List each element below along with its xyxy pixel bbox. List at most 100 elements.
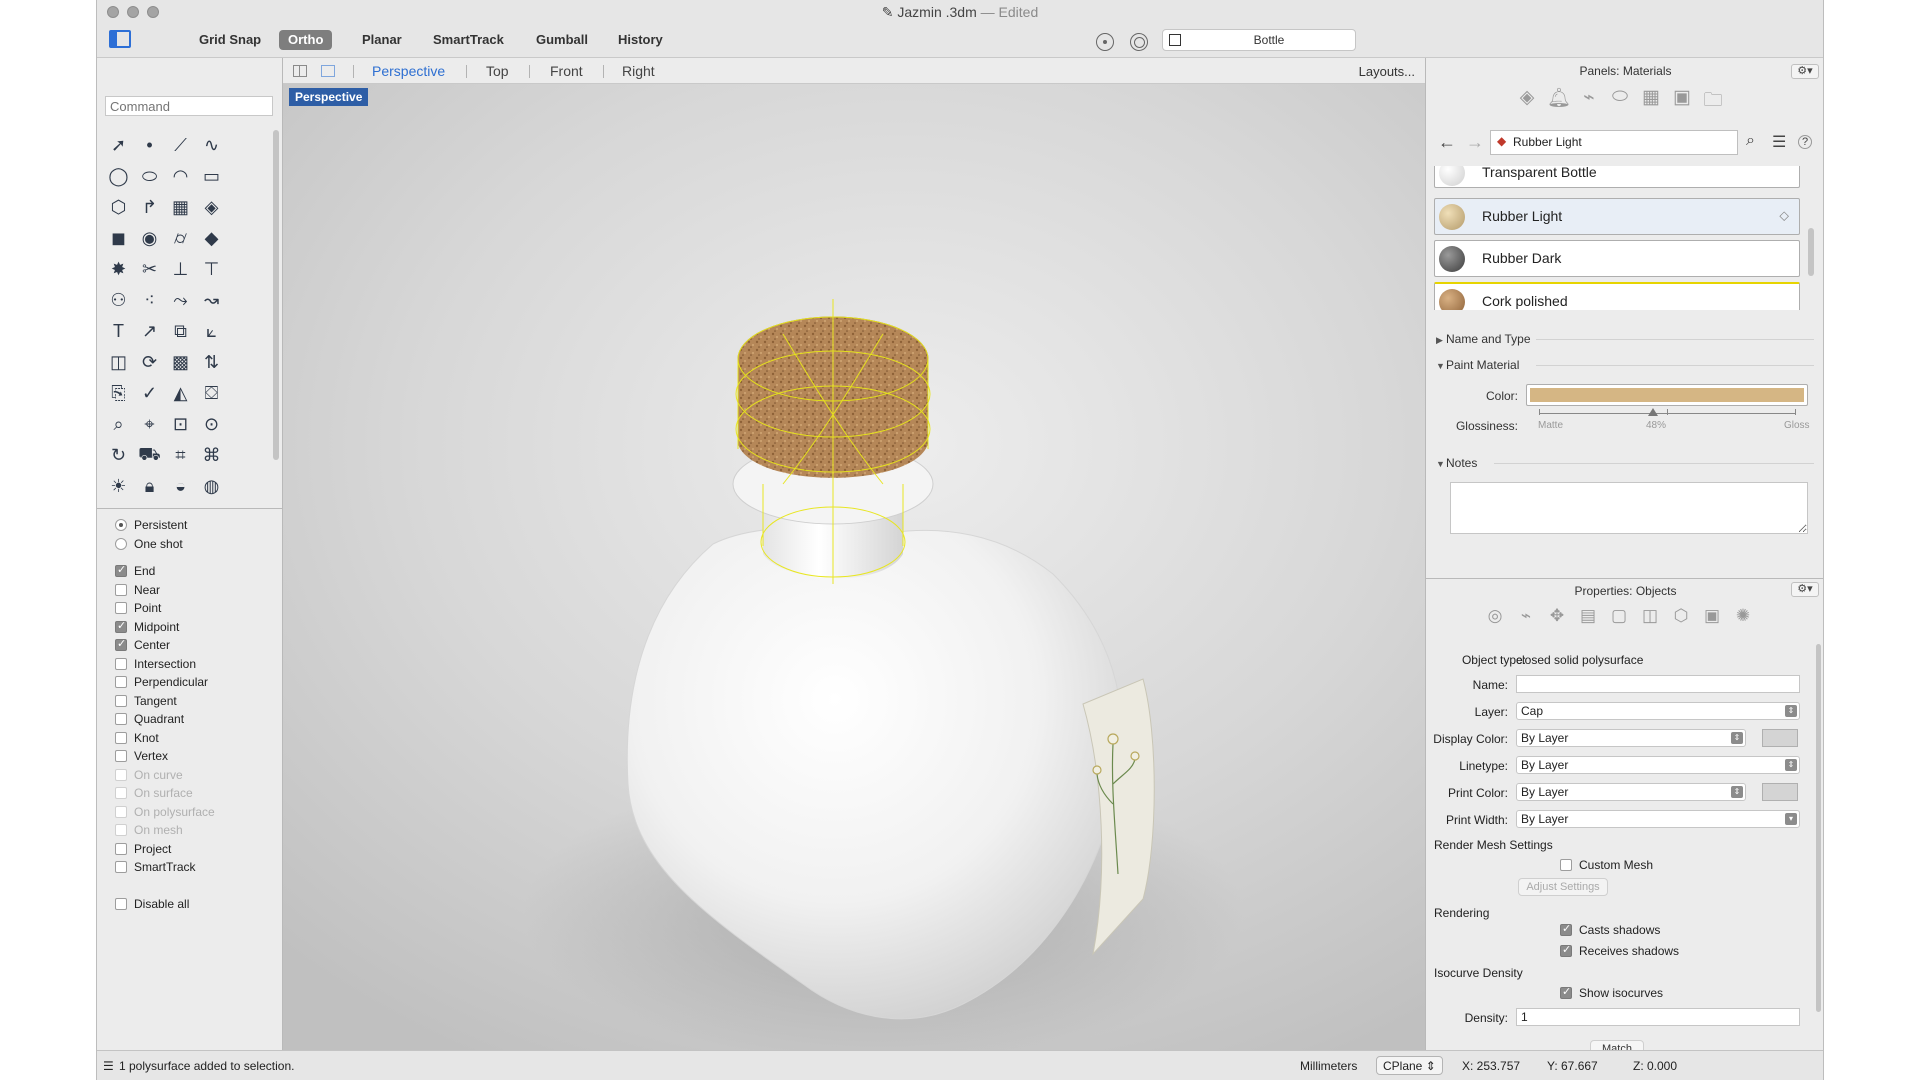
notifications-panel-icon[interactable]: 🔔︎ xyxy=(1547,86,1571,118)
osnap-perpendicular[interactable]: Perpendicular xyxy=(115,673,208,691)
surface-grid-icon[interactable]: ▦ xyxy=(165,192,196,223)
edge-softening-icon[interactable]: ▣ xyxy=(1701,606,1723,626)
explode-icon[interactable]: ✸ xyxy=(103,254,134,285)
arc-icon[interactable]: ◠ xyxy=(165,161,196,192)
receives-shadows-option[interactable]: Receives shadows xyxy=(1560,943,1679,958)
osnap-near[interactable]: Near xyxy=(115,581,160,599)
osnap-quadrant[interactable]: Quadrant xyxy=(115,710,184,728)
custom-mesh-checkbox[interactable] xyxy=(1560,859,1572,871)
four-viewports-icon[interactable] xyxy=(293,65,307,77)
paint-icon[interactable]: ⛋ xyxy=(196,378,227,409)
center-checkbox[interactable] xyxy=(115,637,127,651)
join-icon[interactable]: ⊤ xyxy=(196,254,227,285)
casts-shadows-checkbox[interactable] xyxy=(1560,922,1572,936)
display-color-swatch[interactable] xyxy=(1762,729,1798,747)
record-history-icon[interactable] xyxy=(1096,33,1114,51)
circle-icon[interactable]: ◯ xyxy=(103,161,134,192)
bend-icon[interactable]: ⤳ xyxy=(165,285,196,316)
status-menu-icon[interactable]: ☰ xyxy=(103,1059,114,1073)
search-icon[interactable]: ⌕ xyxy=(1746,132,1755,150)
color-picker[interactable] xyxy=(1526,384,1808,406)
transform-icon[interactable]: ⧉ xyxy=(165,316,196,347)
tab-right[interactable]: Right xyxy=(622,63,655,79)
points-on-icon[interactable]: ⁖ xyxy=(134,285,165,316)
extrude-icon[interactable]: ◆ xyxy=(196,223,227,254)
smarttrack-button[interactable]: SmartTrack xyxy=(424,30,513,50)
osnap-smarttrack[interactable]: SmartTrack xyxy=(115,858,196,876)
gumball-button[interactable]: Gumball xyxy=(527,30,597,50)
orient-icon[interactable]: ⟀ xyxy=(196,316,227,347)
polygon-icon[interactable]: ⬡ xyxy=(103,192,134,223)
object-name-input[interactable] xyxy=(1516,675,1800,693)
rotate-view-icon[interactable]: ↻ xyxy=(103,440,134,471)
knot-checkbox[interactable] xyxy=(115,731,127,744)
units-label[interactable]: Millimeters xyxy=(1300,1059,1357,1073)
print-color-dropdown[interactable]: By Layer ⇕ xyxy=(1516,783,1746,801)
layouts-button[interactable]: Layouts... xyxy=(1359,64,1415,79)
material-breadcrumb[interactable]: ◆ Rubber Light xyxy=(1490,130,1738,155)
filter-icon[interactable] xyxy=(1130,33,1148,51)
point-checkbox[interactable] xyxy=(115,602,127,614)
vertex-checkbox[interactable] xyxy=(115,750,127,762)
flow-icon[interactable]: ↝ xyxy=(196,285,227,316)
custom-mesh-option[interactable]: Custom Mesh xyxy=(1560,858,1653,872)
split-icon[interactable]: ⊥ xyxy=(165,254,196,285)
light-bulb-icon[interactable]: ☀ xyxy=(103,471,134,502)
material-item[interactable]: Rubber Light ⬦ xyxy=(1434,198,1800,235)
osnap-midpoint[interactable]: Midpoint xyxy=(115,618,179,636)
osnap-end[interactable]: End xyxy=(115,562,155,580)
end-checkbox[interactable] xyxy=(115,563,127,577)
quadrant-checkbox[interactable] xyxy=(115,713,127,725)
named-view-icon[interactable]: ⌗ xyxy=(165,440,196,471)
libraries-panel-icon[interactable]: 🗀 xyxy=(1702,86,1724,118)
osnap-point[interactable]: Point xyxy=(115,599,161,617)
rectangle-icon[interactable]: ▭ xyxy=(196,161,227,192)
casts-shadows-option[interactable]: Casts shadows xyxy=(1560,922,1660,937)
osnap-project[interactable]: Project xyxy=(115,840,171,858)
properties-scrollbar[interactable] xyxy=(1816,644,1821,1012)
print-color-swatch[interactable] xyxy=(1762,783,1798,801)
zoom-extents-icon[interactable]: ⊡ xyxy=(165,409,196,440)
display-panel-icon[interactable]: ⌁ xyxy=(1578,86,1600,118)
notes-section[interactable]: ▼Notes xyxy=(1436,456,1477,470)
array-icon[interactable]: ▩ xyxy=(165,347,196,378)
osnap-knot[interactable]: Knot xyxy=(115,729,159,747)
linetype-dropdown[interactable]: By Layer ⇕ xyxy=(1516,756,1800,774)
displacement-icon[interactable]: ◫ xyxy=(1639,606,1661,626)
perspective-viewport[interactable]: Perspective xyxy=(283,84,1425,1050)
intersection-checkbox[interactable] xyxy=(115,657,127,670)
back-arrow-icon[interactable]: ← xyxy=(1438,132,1456,153)
make-2d-icon[interactable]: ◫ xyxy=(103,347,134,378)
osnap-persistent-option[interactable]: Persistent xyxy=(115,516,187,534)
trim-icon[interactable]: ✂ xyxy=(134,254,165,285)
show-isocurves-option[interactable]: Show isocurves xyxy=(1560,985,1663,1000)
material-list-scrollbar[interactable] xyxy=(1808,228,1814,276)
grid-snap-button[interactable]: Grid Snap xyxy=(190,30,270,50)
material-props-icon[interactable]: ⌁ xyxy=(1515,606,1537,626)
osnap-disable-all[interactable]: Disable all xyxy=(115,895,189,913)
paint-material-section[interactable]: ▼Paint Material xyxy=(1436,358,1519,372)
planar-button[interactable]: Planar xyxy=(353,30,411,50)
dimension-icon[interactable]: ↗ xyxy=(134,316,165,347)
mesh-props-icon[interactable]: ⬡ xyxy=(1670,606,1692,626)
help-icon[interactable]: ? xyxy=(1798,135,1812,149)
properties-gear-icon[interactable]: ⚙▾ xyxy=(1791,582,1819,597)
tangent-checkbox[interactable] xyxy=(115,694,127,707)
cplane-dropdown[interactable]: CPlane ⇕ xyxy=(1376,1056,1443,1075)
material-item[interactable]: Transparent Bottle xyxy=(1434,166,1800,188)
shadow-props-icon[interactable]: ▢ xyxy=(1608,606,1630,626)
car-icon[interactable]: ⛟ xyxy=(134,440,165,471)
zoom-window-icon[interactable]: ⌖ xyxy=(134,409,165,440)
forward-arrow-icon[interactable]: → xyxy=(1466,132,1484,153)
materials-gear-icon[interactable]: ⚙▾ xyxy=(1791,64,1819,79)
osnap-one-shot-option[interactable]: One shot xyxy=(115,535,183,553)
decal-props-icon[interactable]: ✥ xyxy=(1546,606,1568,626)
texture-mapping-icon[interactable]: ▤ xyxy=(1577,606,1599,626)
display-color-dropdown[interactable]: By Layer ⇕ xyxy=(1516,729,1746,747)
fillet-curve-icon[interactable]: ↱ xyxy=(134,192,165,223)
osnap-vertex[interactable]: Vertex xyxy=(115,747,168,765)
camera-icon[interactable]: ⌘ xyxy=(196,440,227,471)
current-layer-selector[interactable]: Bottle xyxy=(1162,29,1356,51)
midpoint-checkbox[interactable] xyxy=(115,619,127,633)
gumball-align-icon[interactable]: ⇅ xyxy=(196,347,227,378)
